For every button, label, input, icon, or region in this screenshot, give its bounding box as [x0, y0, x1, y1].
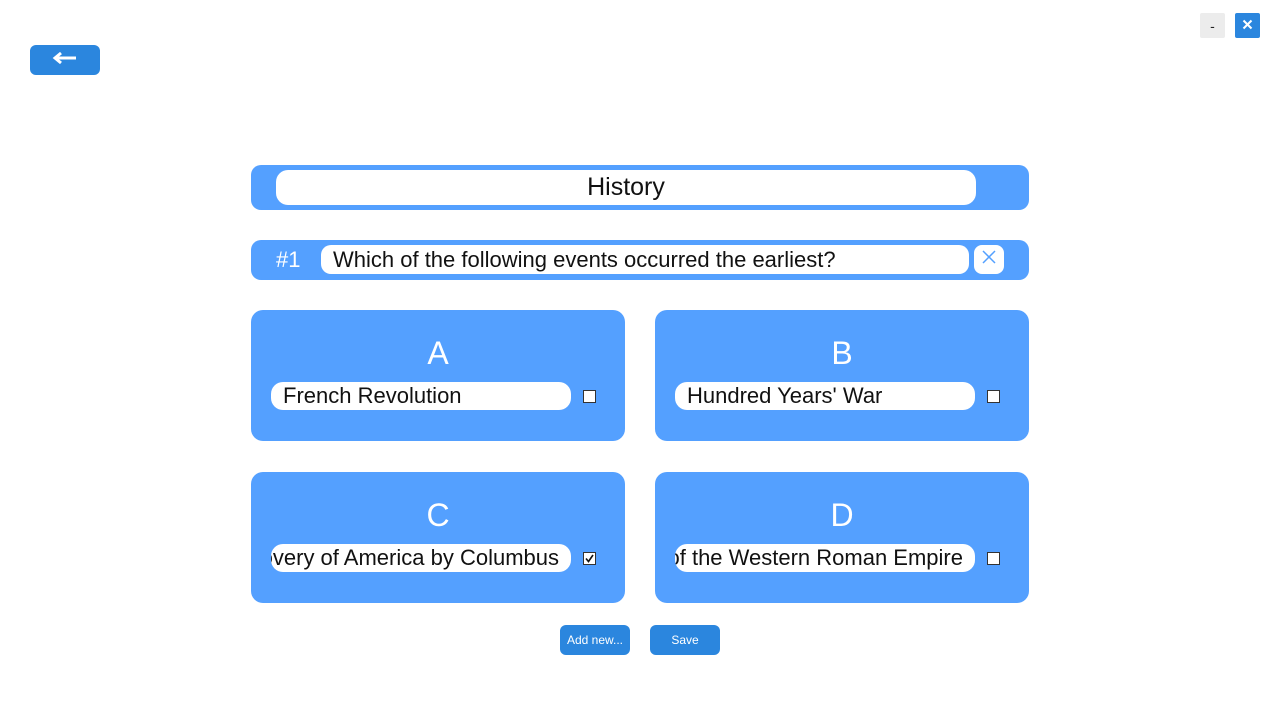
correct-answer-checkbox[interactable]	[583, 552, 596, 565]
answer-letter: C	[426, 497, 450, 533]
answer-text: Hundred Years' War	[687, 383, 883, 408]
delete-question-button[interactable]	[974, 245, 1004, 274]
answer-text-input[interactable]: Fall of the Western Roman Empire	[675, 544, 975, 572]
x-icon	[981, 249, 997, 270]
correct-answer-checkbox[interactable]	[583, 390, 596, 403]
back-button[interactable]	[30, 45, 100, 75]
correct-answer-checkbox[interactable]	[987, 390, 1000, 403]
answer-letter: B	[831, 335, 853, 371]
answer-card-a: A French Revolution	[251, 310, 625, 441]
close-window-button[interactable]	[1235, 13, 1260, 38]
arrow-left-icon	[52, 51, 78, 70]
answer-card-c: C Discovery of America by Columbus	[251, 472, 625, 603]
answer-text: French Revolution	[283, 383, 462, 408]
save-button[interactable]: Save	[650, 625, 720, 655]
answer-letter: A	[427, 335, 449, 371]
answer-text-input[interactable]: French Revolution	[271, 382, 571, 410]
minimize-button[interactable]: -	[1200, 13, 1225, 38]
question-number: #1	[276, 247, 301, 272]
add-new-button[interactable]: Add new...	[560, 625, 630, 655]
answer-text: Discovery of America by Columbus	[271, 545, 559, 570]
answer-text-input[interactable]: Discovery of America by Columbus	[271, 544, 571, 572]
check-icon	[585, 550, 594, 568]
question-panel: #1 Which of the following events occurre…	[251, 240, 1029, 280]
correct-answer-checkbox[interactable]	[987, 552, 1000, 565]
app-window: - History #1 Which of the following even…	[0, 0, 1280, 720]
answer-letter: D	[830, 497, 854, 533]
answer-text-input[interactable]: Hundred Years' War	[675, 382, 975, 410]
close-icon	[1242, 17, 1253, 35]
minimize-label: -	[1210, 17, 1215, 34]
answer-card-b: B Hundred Years' War	[655, 310, 1029, 441]
answer-text: Fall of the Western Roman Empire	[675, 545, 963, 570]
answer-card-d: D Fall of the Western Roman Empire	[655, 472, 1029, 603]
quiz-title-input[interactable]: History	[276, 170, 976, 205]
quiz-title-panel: History	[251, 165, 1029, 210]
question-text-input[interactable]: Which of the following events occurred t…	[321, 245, 969, 274]
